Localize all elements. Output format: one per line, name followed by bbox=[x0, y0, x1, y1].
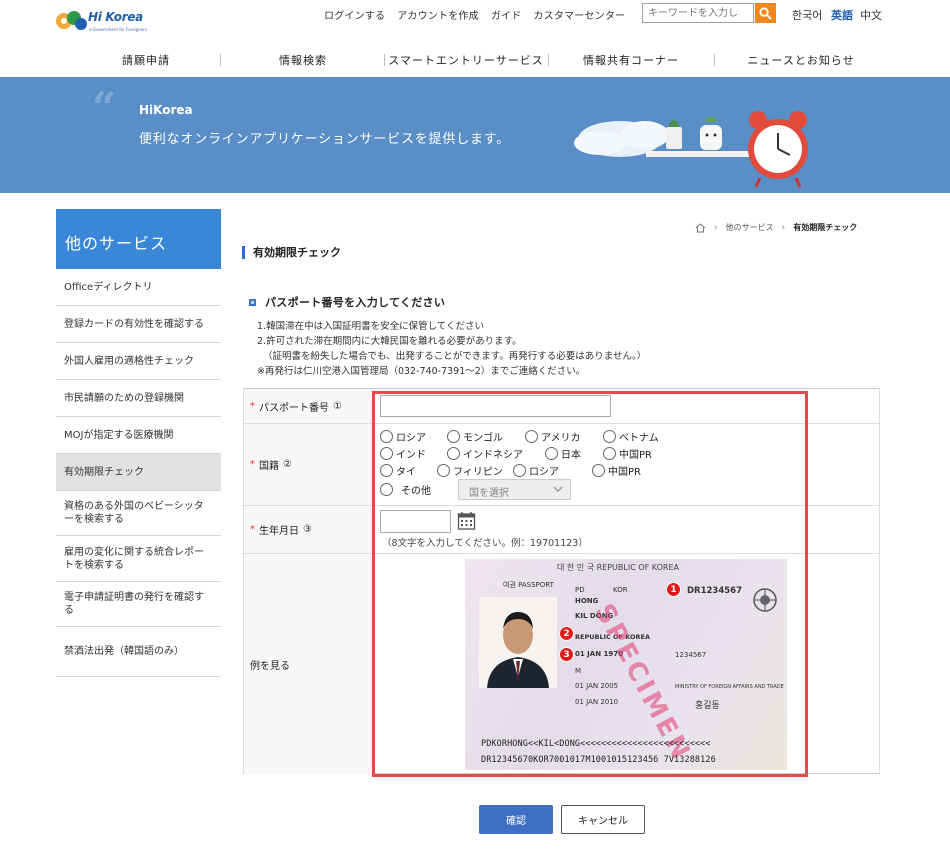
sidebar-item-employment-eligibility[interactable]: 外国人雇用の適格性チェック bbox=[56, 343, 221, 380]
global-nav: 請願申請 情報検索 スマートエントリーサービス 情報共有コーナー ニュースとお知… bbox=[70, 42, 910, 76]
search-icon bbox=[759, 6, 772, 20]
required-mark: * bbox=[250, 400, 255, 412]
dob-label: * 生年月日 ③ bbox=[244, 506, 373, 553]
gnb-info-sharing[interactable]: 情報共有コーナー bbox=[548, 42, 714, 76]
example-label: 例を見る bbox=[244, 554, 373, 774]
breadcrumb: › 他のサービス › 有効期限チェック bbox=[695, 222, 857, 233]
gnb-news[interactable]: ニュースとお知らせ bbox=[714, 42, 888, 76]
section-title: パスポート番号を入力してください bbox=[249, 294, 445, 310]
required-mark: * bbox=[250, 459, 255, 470]
lang-chinese[interactable]: 中文 bbox=[860, 7, 882, 23]
gnb-divider bbox=[220, 54, 221, 66]
gnb-info-search[interactable]: 情報検索 bbox=[222, 42, 384, 76]
breadcrumb-other-services[interactable]: 他のサービス bbox=[726, 222, 774, 233]
section-title-text: パスポート番号を入力してください bbox=[265, 296, 446, 309]
cancel-button[interactable]: キャンセル bbox=[561, 805, 645, 834]
search-input[interactable] bbox=[642, 3, 754, 23]
sidebar-item-registration-card[interactable]: 登録カードの有効性を確認する bbox=[56, 306, 221, 343]
gnb-divider bbox=[714, 54, 715, 66]
passport-label: * パスポート番号 ① bbox=[244, 389, 373, 423]
page-title: 有効期限チェック bbox=[242, 246, 341, 259]
quote-mark-icon: “ bbox=[92, 83, 117, 132]
gnb-divider bbox=[548, 54, 549, 66]
sidebar-item-e-certificate[interactable]: 電子申請証明書の発行を確認する bbox=[56, 582, 221, 627]
guide-link[interactable]: ガイド bbox=[491, 7, 522, 22]
gnb-smart-entry[interactable]: スマートエントリーサービス bbox=[384, 42, 548, 76]
sidebar-item-babysitter[interactable]: 資格のある外国のベビーシッターを検索する bbox=[56, 491, 221, 536]
home-icon[interactable] bbox=[695, 222, 706, 233]
utility-links: ログインする アカウントを作成 ガイド カスタマーセンター bbox=[324, 7, 637, 22]
sidebar-item-office-directory[interactable]: Officeディレクトリ bbox=[56, 269, 221, 306]
chevron-right-icon: › bbox=[714, 222, 718, 233]
banner-illustration bbox=[574, 111, 808, 188]
sidebar-item-medical-institution[interactable]: MOJが指定する医療機関 bbox=[56, 417, 221, 454]
gnb-divider bbox=[384, 54, 385, 66]
customer-center-link[interactable]: カスタマーセンター bbox=[533, 7, 625, 22]
lang-english[interactable]: 英語 bbox=[831, 7, 853, 23]
create-account-link[interactable]: アカウントを作成 bbox=[397, 7, 479, 22]
chevron-right-icon: › bbox=[781, 222, 786, 233]
square-bullet-icon bbox=[249, 298, 256, 306]
banner-subtitle: 便利なオンラインアプリケーションサービスを提供します。 bbox=[139, 132, 511, 147]
sidebar-item-expiry-check[interactable]: 有効期限チェック bbox=[56, 454, 221, 491]
note-line: 1.韓国滞在中は入国証明書を安全に保管してください bbox=[257, 321, 484, 332]
sidebar-menu: Officeディレクトリ 登録カードの有効性を確認する 外国人雇用の適格性チェッ… bbox=[56, 269, 221, 677]
login-link[interactable]: ログインする bbox=[324, 7, 385, 22]
note-line: ※再発行は仁川空港入国管理局（032-740-7391～2）までご連絡ください。 bbox=[257, 366, 586, 377]
search-button[interactable] bbox=[755, 3, 776, 23]
logo-mark-icon bbox=[56, 11, 87, 30]
sidebar-item-registration-agency[interactable]: 市民請願のための登録機関 bbox=[56, 380, 221, 417]
logo-subtitle: e-Government for Foreigners bbox=[89, 27, 148, 32]
note-line: 2.許可された滞在期間内に大韓民国を離れる必要があります。 bbox=[257, 336, 522, 347]
highlight-box bbox=[372, 391, 808, 777]
hero-banner: “ HiKorea 便利なオンラインアプリケーションサービスを提供します。 bbox=[0, 77, 950, 193]
sidebar-item-employment-report[interactable]: 雇用の変化に関する統合レポートを検索する bbox=[56, 536, 221, 582]
required-mark: * bbox=[250, 524, 255, 535]
nationality-label: * 国籍 ② bbox=[244, 424, 373, 505]
banner-title: HiKorea bbox=[139, 103, 193, 117]
sidebar-item-prohibition-departure[interactable]: 禁酒法出発（韓国語のみ） bbox=[56, 627, 221, 677]
logo-text: Hi Korea bbox=[88, 10, 143, 24]
note-line: （証明書を紛失した場合でも、出発することができます。再発行する必要はありません。… bbox=[263, 351, 647, 362]
notes: 1.韓国滞在中は入国証明書を安全に保管してください 2.許可された滞在期間内に大… bbox=[257, 319, 646, 379]
confirm-button[interactable]: 確認 bbox=[479, 805, 553, 834]
sidebar-heading: 他のサービス bbox=[56, 209, 221, 269]
site-logo[interactable]: Hi Korea e-Government for Foreigners bbox=[55, 6, 148, 36]
lang-korean[interactable]: 한국어 bbox=[792, 7, 822, 23]
gnb-petition[interactable]: 請願申請 bbox=[70, 42, 222, 76]
breadcrumb-current: 有効期限チェック bbox=[793, 223, 858, 232]
